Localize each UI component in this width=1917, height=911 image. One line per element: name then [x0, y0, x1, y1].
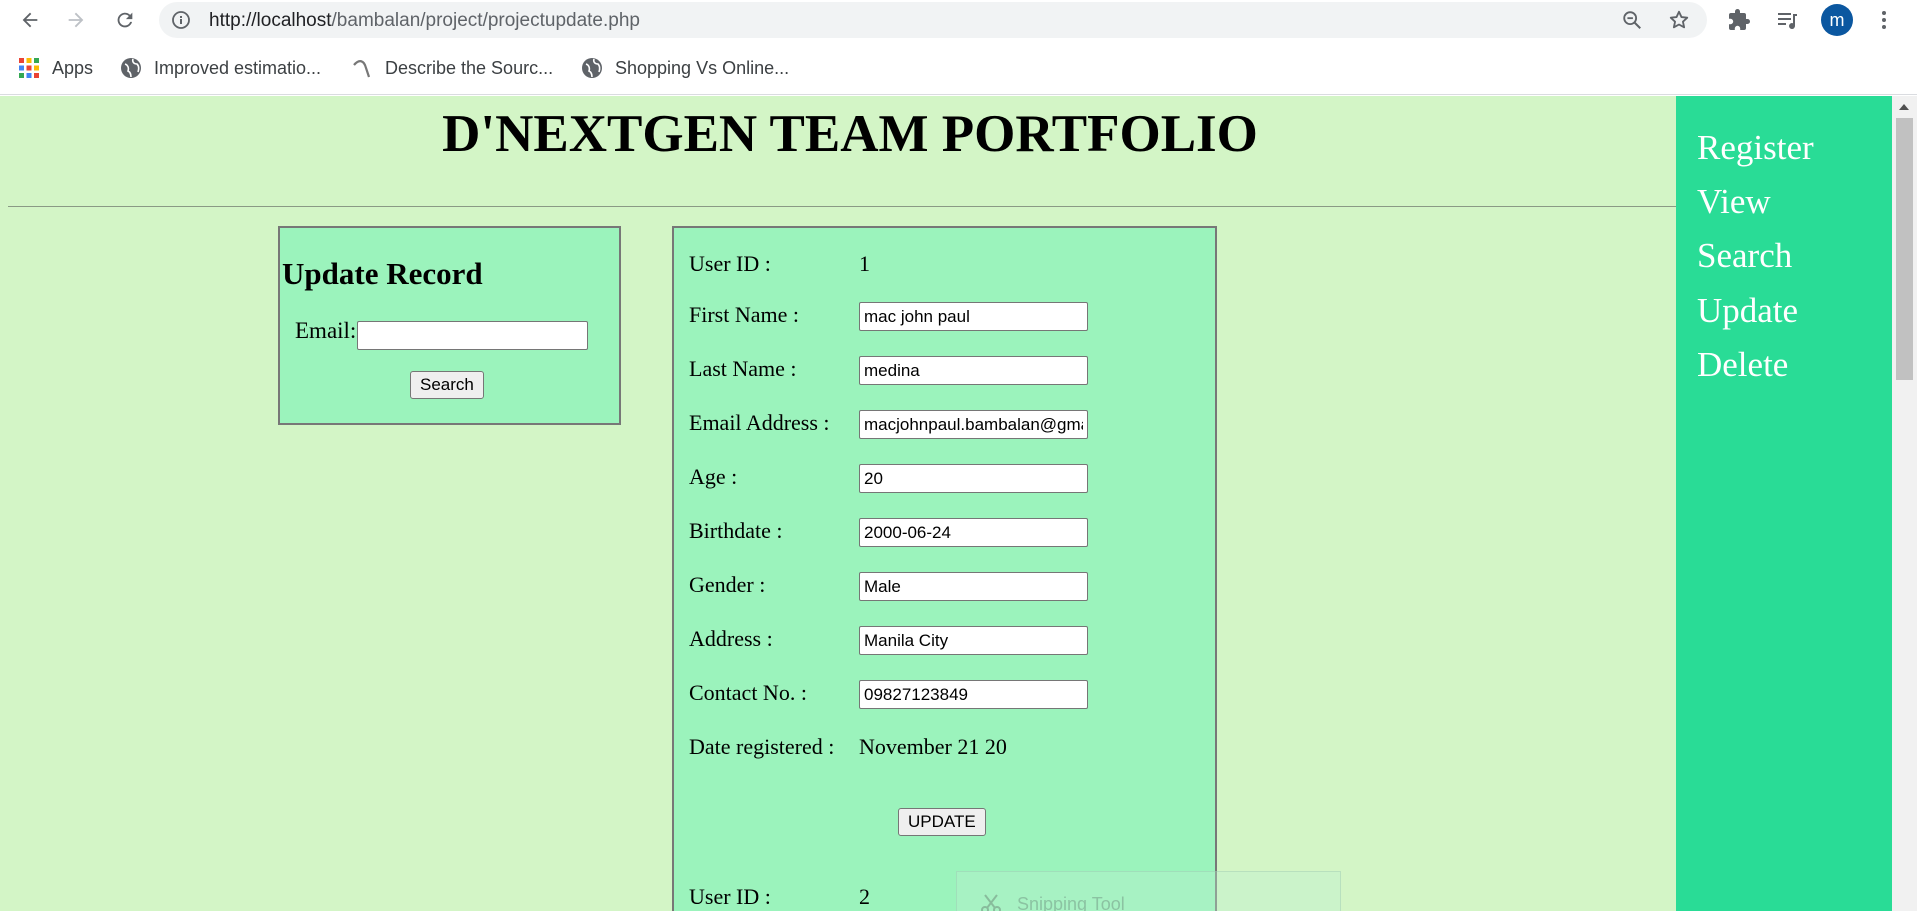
date-registered-label: Date registered : [689, 734, 835, 759]
bookmark-improved-estimation[interactable]: Improved estimatio... [120, 54, 321, 82]
reload-icon [117, 12, 133, 28]
extensions-icon[interactable] [1727, 8, 1751, 32]
birthdate-label: Birthdate : [689, 518, 783, 543]
address-label: Address : [689, 626, 773, 651]
bookmark-label: Describe the Sourc... [385, 57, 554, 78]
address-field[interactable] [859, 626, 1088, 655]
arrow-right-icon [68, 12, 84, 28]
address-bar[interactable]: http://localhost/bambalan/project/projec… [159, 2, 1707, 38]
snipping-tool-label: Snipping Tool [1017, 894, 1125, 911]
nav-update[interactable]: Update [1697, 291, 1798, 331]
bookmarks-bar: Apps Improved estimatio... Describe the … [0, 40, 1917, 95]
user-id-value: 1 [859, 251, 870, 276]
scissors-icon [981, 894, 1001, 911]
zoom-out-icon[interactable] [1621, 9, 1643, 31]
more-options-icon[interactable] [1872, 8, 1896, 32]
arrow-left-icon [22, 12, 38, 28]
url-host: http://localhost [209, 10, 332, 31]
user-id-label: User ID : [689, 884, 771, 909]
nav-register[interactable]: Register [1697, 128, 1814, 168]
user-id-value: 2 [859, 884, 870, 909]
apps-grid-icon [19, 58, 39, 78]
bookmark-describe-source[interactable]: Describe the Sourc... [351, 54, 553, 82]
bookmark-label: Improved estimatio... [154, 57, 322, 78]
birthdate-field[interactable] [859, 518, 1088, 547]
email-address-label: Email Address : [689, 410, 830, 435]
page-content: D'NEXTGEN TEAM PORTFOLIO Update Record E… [0, 96, 1917, 911]
scroll-up-arrow-icon[interactable] [1899, 104, 1909, 110]
first-name-field[interactable] [859, 302, 1088, 331]
vertical-scrollbar[interactable] [1892, 96, 1917, 911]
arc-icon [353, 60, 371, 78]
bookmark-label: Apps [52, 57, 94, 78]
nav-view[interactable]: View [1697, 182, 1771, 222]
contact-no-field[interactable] [859, 680, 1088, 709]
snipping-tool-overlay[interactable]: Snipping Tool [956, 871, 1341, 911]
age-field[interactable] [859, 464, 1088, 493]
email-search-input[interactable] [357, 321, 588, 350]
forward-button[interactable] [60, 4, 92, 36]
date-registered-value: November 21 20 [859, 734, 1007, 759]
bookmark-apps[interactable]: Apps [18, 54, 93, 82]
age-label: Age : [689, 464, 738, 489]
last-name-label: Last Name : [689, 356, 797, 381]
search-button[interactable]: Search [410, 371, 484, 399]
email-label: Email: [295, 318, 357, 343]
update-button[interactable]: UPDATE [898, 808, 986, 836]
side-navigation: Register View Search Update Delete [1676, 96, 1892, 911]
last-name-field[interactable] [859, 356, 1088, 385]
profile-avatar[interactable]: m [1821, 4, 1853, 36]
gender-label: Gender : [689, 572, 766, 597]
contact-no-label: Contact No. : [689, 680, 807, 705]
user-id-label: User ID : [689, 251, 771, 276]
globe-icon [582, 58, 602, 78]
first-name-label: First Name : [689, 302, 799, 327]
panel-heading: Update Record [282, 256, 483, 291]
bookmark-label: Shopping Vs Online... [615, 57, 790, 78]
globe-icon [121, 58, 141, 78]
gender-field[interactable] [859, 572, 1088, 601]
url-text: http://localhost/bambalan/project/projec… [209, 10, 640, 32]
bookmark-shopping-online[interactable]: Shopping Vs Online... [581, 54, 789, 82]
update-search-panel: Update Record Email: Search [278, 226, 621, 425]
info-icon [172, 11, 190, 29]
scrollbar-thumb[interactable] [1896, 118, 1913, 380]
star-icon[interactable] [1668, 9, 1690, 31]
media-queue-icon[interactable] [1775, 8, 1799, 32]
page-title: D'NEXTGEN TEAM PORTFOLIO [442, 105, 1258, 163]
nav-delete[interactable]: Delete [1697, 345, 1788, 385]
reload-button[interactable] [109, 4, 141, 36]
nav-search[interactable]: Search [1697, 236, 1792, 276]
back-button[interactable] [14, 4, 46, 36]
url-path: /bambalan/project/projectupdate.php [331, 10, 640, 31]
divider [8, 206, 1676, 207]
browser-toolbar: http://localhost/bambalan/project/projec… [0, 0, 1917, 40]
record-panel: User ID : 1 First Name : Last Name : Ema… [672, 226, 1217, 911]
email-address-field[interactable] [859, 410, 1088, 439]
